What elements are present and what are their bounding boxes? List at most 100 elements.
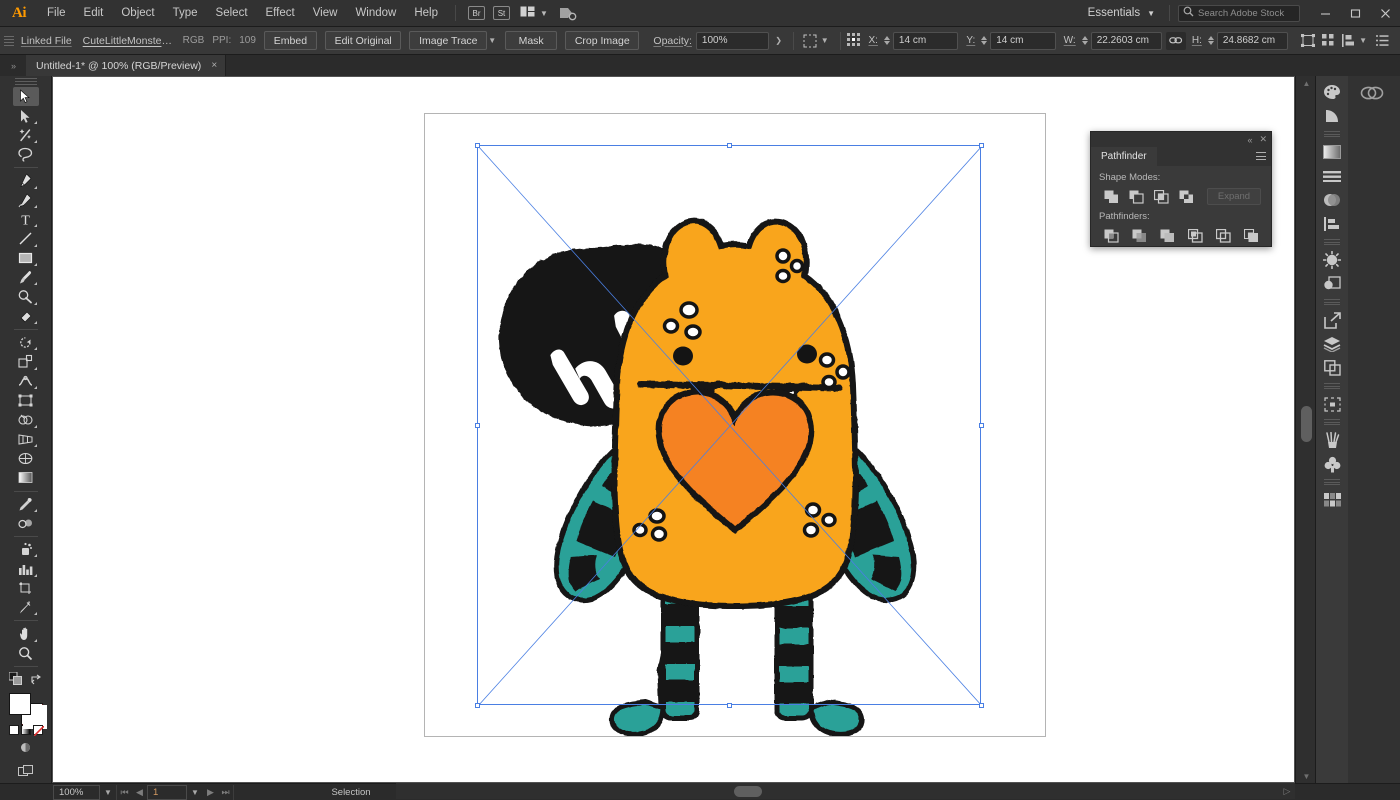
pen-tool[interactable] [13,171,39,190]
selection-reference-chevron-icon[interactable]: ▼ [820,36,834,45]
menu-effect[interactable]: Effect [257,0,304,27]
document-setup-icon[interactable] [1338,31,1358,51]
artboard-tool[interactable] [13,579,39,598]
document-setup-chevron-icon[interactable]: ▼ [1358,36,1372,45]
x-field[interactable]: 14 cm [893,32,958,50]
type-tool[interactable]: T [13,210,39,229]
control-bar-grip[interactable] [4,32,14,50]
width-tool[interactable] [13,372,39,391]
stock-search-icon[interactable] [558,6,577,21]
perspective-grid-tool[interactable] [13,430,39,449]
divide-button[interactable] [1099,226,1123,245]
artboard-chevron-down-icon[interactable]: ▼ [187,785,203,800]
h-field[interactable]: 24.8682 cm [1217,32,1288,50]
workspace-switcher[interactable]: Essentials ▼ [1078,7,1161,19]
appearance-panel-icon[interactable] [1317,248,1347,272]
line-segment-tool[interactable] [13,229,39,248]
creative-cloud-icon[interactable] [1356,80,1388,106]
menu-window[interactable]: Window [346,0,405,27]
w-field[interactable]: 22.2603 cm [1091,32,1162,50]
chevron-down-icon[interactable]: ▼ [540,9,548,18]
linked-file-name[interactable]: CuteLittleMonster_scan_... [79,35,179,47]
color-guide-panel-icon[interactable] [1317,104,1347,128]
pathfinder-titlebar[interactable]: « ✕ [1091,132,1271,147]
scroll-up-icon[interactable]: ▲ [1296,76,1317,90]
eraser-tool[interactable] [13,307,39,326]
outline-button[interactable] [1211,226,1235,245]
selection-tool[interactable] [13,87,39,106]
close-icon[interactable]: ✕ [1259,134,1267,145]
crop-image-button[interactable]: Crop Image [565,31,639,50]
scroll-down-icon[interactable]: ▼ [1296,769,1317,783]
resize-grip-icon[interactable]: ▷ [1279,783,1295,799]
close-icon[interactable]: × [211,60,217,71]
h-stepper[interactable] [1205,36,1217,45]
hand-tool[interactable] [13,624,39,643]
mesh-tool[interactable] [13,449,39,468]
pathfinder-panel[interactable]: « ✕ Pathfinder Shape Modes: [1090,131,1272,247]
fill-stroke-swatches[interactable] [9,693,43,721]
fill-swatch[interactable] [9,693,31,715]
zoom-level-field[interactable]: 100% [53,785,100,800]
drawing-mode-icon[interactable] [9,672,22,690]
scale-tool[interactable] [13,352,39,371]
stroke-panel-icon[interactable] [1317,164,1347,188]
layers-panel-icon[interactable] [1317,332,1347,356]
lasso-tool[interactable] [13,145,39,164]
panel-menu-icon[interactable] [1256,152,1266,160]
search-input[interactable] [1198,8,1295,19]
symbol-sprayer-tool[interactable] [13,540,39,559]
embed-button[interactable]: Embed [264,31,317,50]
menu-view[interactable]: View [304,0,347,27]
selection-reference-icon[interactable] [800,31,820,51]
constrain-proportions-icon[interactable] [1166,32,1186,50]
zoom-tool[interactable] [13,644,39,663]
color-panel-icon[interactable] [1317,80,1347,104]
maximize-button[interactable] [1340,0,1370,27]
w-stepper[interactable] [1079,36,1091,45]
paintbrush-tool[interactable] [13,268,39,287]
pathfinder-panel-icon[interactable] [1317,356,1347,380]
arrange-documents-icon[interactable] [520,4,535,22]
opacity-expand-icon[interactable]: ❯ [769,36,787,45]
expand-button[interactable]: Expand [1207,188,1261,205]
intersect-button[interactable] [1149,187,1173,206]
opacity-field[interactable]: 100% [696,32,769,50]
brushes-panel-icon[interactable] [1317,428,1347,452]
shaper-tool[interactable] [13,287,39,306]
crop-button[interactable] [1183,226,1207,245]
blend-tool[interactable] [13,514,39,533]
exclude-button[interactable] [1174,187,1198,206]
slice-tool[interactable] [13,598,39,617]
minus-front-button[interactable] [1124,187,1148,206]
image-trace-chevron-down-icon[interactable]: ▼ [487,36,501,45]
mask-button[interactable]: Mask [505,31,557,50]
tab-pathfinder[interactable]: Pathfinder [1091,147,1157,166]
gradient-tool[interactable] [13,468,39,487]
direct-selection-tool[interactable] [13,106,39,125]
shape-builder-tool[interactable] [13,410,39,429]
panel-options-icon[interactable] [1372,31,1392,51]
menu-file[interactable]: File [38,0,75,27]
canvas-vertical-scrollbar[interactable]: ▲ ▼ [1295,76,1316,783]
none-swatch-icon[interactable] [33,725,43,735]
next-artboard-icon[interactable]: ▶ [203,785,218,800]
transparency-panel-icon[interactable] [1317,188,1347,212]
reference-point-icon[interactable] [847,31,863,51]
rotate-tool[interactable] [13,333,39,352]
collapse-icon[interactable]: « [1247,135,1252,145]
swatches-panel-icon[interactable] [1317,488,1347,512]
y-stepper[interactable] [978,36,990,45]
menu-help[interactable]: Help [405,0,447,27]
collapse-panels-icon[interactable]: » [0,55,26,76]
screen-mode-icon[interactable] [18,765,33,783]
menu-object[interactable]: Object [112,0,163,27]
free-transform-tool[interactable] [13,391,39,410]
edit-original-button[interactable]: Edit Original [325,31,402,50]
previous-artboard-icon[interactable]: ◀ [132,785,147,800]
x-stepper[interactable] [881,36,893,45]
align-panel-icon[interactable] [1318,31,1338,51]
trim-button[interactable] [1127,226,1151,245]
merge-button[interactable] [1155,226,1179,245]
color-swatch-icon[interactable] [9,725,19,735]
